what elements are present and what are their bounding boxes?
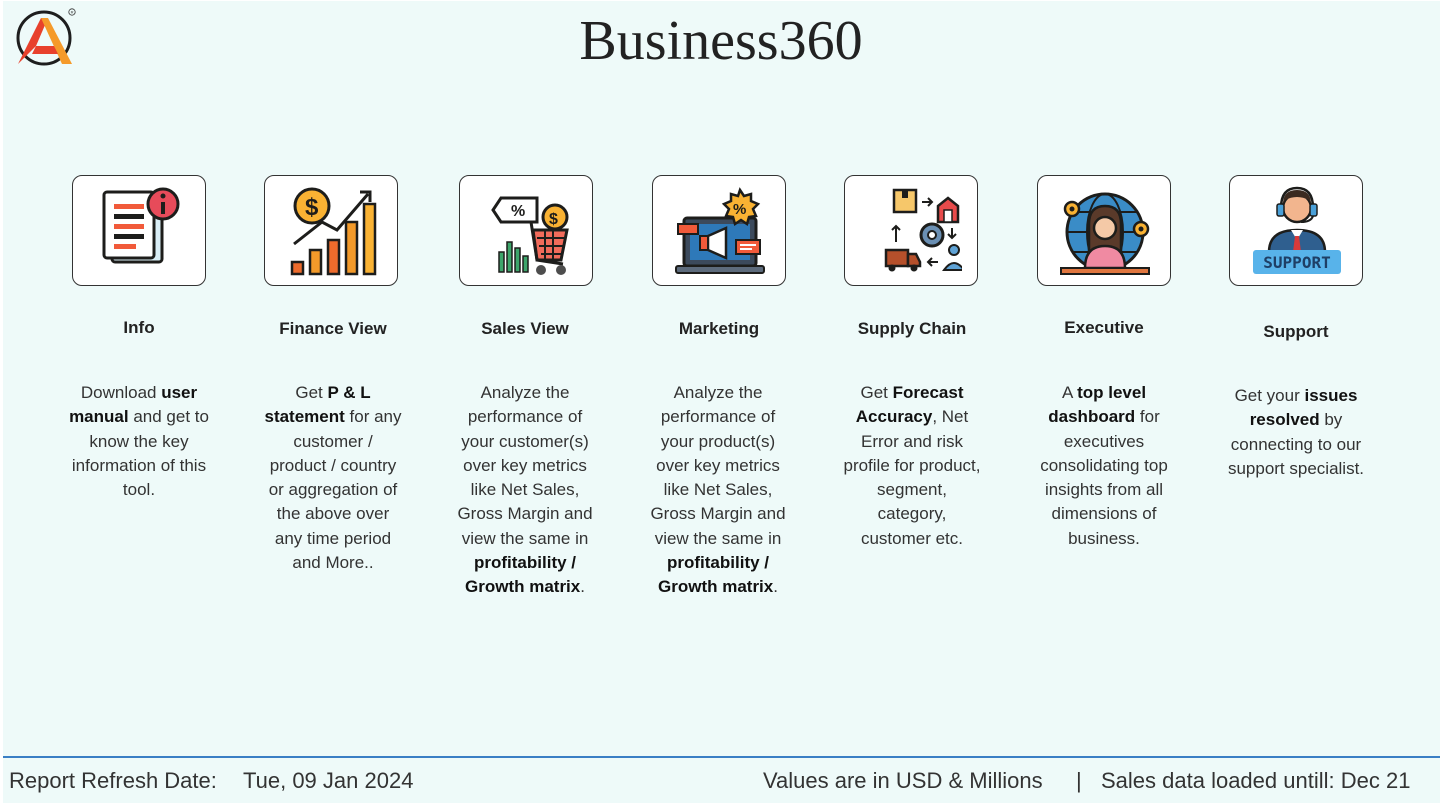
support-label: Support bbox=[1263, 322, 1329, 341]
svg-text:$: $ bbox=[305, 194, 319, 221]
executive-description: A top level dashboard for executives con… bbox=[1034, 381, 1174, 551]
finance-view-description: Get P & L statement for any customer / p… bbox=[263, 381, 403, 575]
sales-view-label: Sales View bbox=[481, 319, 569, 338]
finance-view-tile-button[interactable]: $ bbox=[264, 175, 398, 286]
svg-text:%: % bbox=[511, 203, 525, 220]
marketing-laptop-megaphone-icon: % bbox=[675, 187, 765, 274]
sales-loaded-note: Sales data loaded untill: Dec 21 bbox=[1101, 768, 1411, 793]
svg-text:$: $ bbox=[549, 211, 558, 228]
support-description-part: Get your bbox=[1234, 386, 1305, 405]
marketing-description-part: profitability / Growth matrix bbox=[658, 553, 774, 597]
support-tile-button[interactable]: SUPPORT bbox=[1229, 175, 1363, 286]
info-description-part: Download bbox=[80, 383, 162, 402]
page-title: Business360 bbox=[579, 10, 863, 72]
refresh-date-value: Tue, 09 Jan 2024 bbox=[243, 768, 414, 793]
executive-label: Executive bbox=[1064, 318, 1144, 337]
shopping-cart-sales-icon: % $ bbox=[491, 196, 569, 275]
executive-tile-button[interactable] bbox=[1037, 175, 1171, 286]
supply-chain-cycle-icon bbox=[884, 188, 962, 272]
finance-view-label: Finance View bbox=[279, 319, 387, 338]
sales-view-description: Analyze the performance of your customer… bbox=[455, 381, 595, 600]
document-info-icon bbox=[102, 187, 180, 264]
sales-description-part: . bbox=[580, 577, 585, 597]
executive-description-part: for executives consolidating top insight… bbox=[1040, 407, 1168, 548]
marketing-description-part: Analyze the performance of your product(… bbox=[650, 383, 786, 548]
page-background bbox=[3, 1, 1440, 756]
support-agent-icon: SUPPORT bbox=[1253, 186, 1341, 274]
supply-chain-description: Get Forecast Accuracy, Net Error and ris… bbox=[842, 381, 982, 551]
marketing-tile-button[interactable]: % bbox=[652, 175, 786, 286]
footer-bar: Report Refresh Date: Tue, 09 Jan 2024 Va… bbox=[3, 758, 1440, 803]
sales-description-part: Analyze the performance of your customer… bbox=[457, 383, 593, 548]
sales-view-tile-button[interactable]: % $ bbox=[459, 175, 593, 286]
finance-description-part: for any customer / product / country or … bbox=[268, 407, 402, 573]
finance-description-part: Get bbox=[295, 383, 328, 402]
info-label: Info bbox=[123, 318, 155, 337]
marketing-label: Marketing bbox=[678, 319, 760, 338]
units-note: Values are in USD & Millions bbox=[763, 768, 1043, 793]
supply-description-part: Get bbox=[860, 383, 893, 402]
executive-description-part: A bbox=[1061, 383, 1078, 402]
svg-text:%: % bbox=[733, 201, 746, 218]
supply-chain-label: Supply Chain bbox=[857, 319, 967, 338]
supply-chain-tile-button[interactable] bbox=[844, 175, 978, 286]
support-description: Get your issues resolved by connecting t… bbox=[1226, 384, 1366, 481]
support-badge-text: SUPPORT bbox=[1263, 253, 1330, 272]
finance-growth-chart-icon: $ bbox=[290, 187, 377, 276]
marketing-description: Analyze the performance of your product(… bbox=[648, 381, 788, 600]
refresh-date-label: Report Refresh Date: bbox=[9, 768, 217, 793]
supply-description-part: , Net Error and risk profile for product… bbox=[843, 407, 981, 548]
marketing-description-part: . bbox=[773, 577, 778, 597]
sales-description-part: profitability / Growth matrix bbox=[465, 553, 581, 597]
info-description: Download user manual and get to know the… bbox=[69, 381, 209, 502]
executive-globe-person-icon bbox=[1060, 192, 1150, 275]
footer-separator: | bbox=[1076, 768, 1082, 793]
info-tile-button[interactable] bbox=[72, 175, 206, 286]
